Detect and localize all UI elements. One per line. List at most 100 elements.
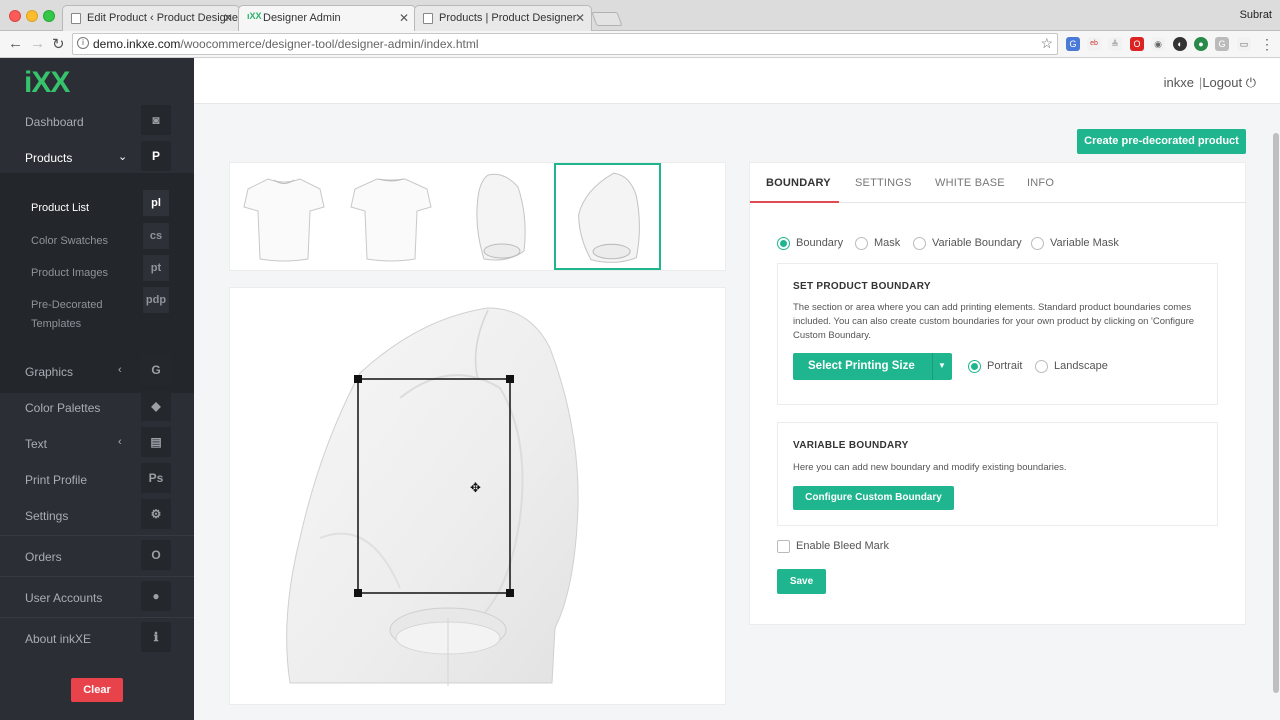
top-header: inkxe |Logout ⏻ [194,58,1280,104]
user-icon: ● [141,581,171,611]
document-icon: ▤ [141,427,171,457]
bookmark-star-icon[interactable]: ☆ [1040,35,1053,52]
select-printing-size-button[interactable]: Select Printing Size ▼ [793,353,952,380]
radio-variable-boundary[interactable] [913,237,926,250]
sidebar-item-label: Print Profile [25,473,88,487]
forward-arrow-icon[interactable]: → [30,35,45,52]
extension-icon[interactable]: G [1215,37,1229,51]
browser-profile-name[interactable]: Subrat [1240,9,1272,21]
sidebar-subitem-label: Product Images [31,267,109,279]
configure-custom-boundary-button[interactable]: Configure Custom Boundary [793,486,954,510]
sidebar-item-label: About inkXE [25,632,92,646]
radio-variable-mask[interactable] [1031,237,1044,250]
bleed-mark-checkbox[interactable] [777,540,790,553]
radio-label: Portrait [987,360,1023,372]
info-icon: ℹ [141,622,171,652]
card-title: VARIABLE BOUNDARY [793,440,909,451]
window-close-button[interactable] [9,10,21,22]
sidebar-item-label: Products [25,151,73,165]
page-icon [71,13,81,24]
sidebar-item-orders[interactable]: Orders O [0,540,194,574]
sidebar-item-about[interactable]: About inkXE ℹ [0,622,194,656]
url-host: demo.inkxe.com [93,37,181,51]
sidebar-item-settings[interactable]: Settings ⚙ [0,499,194,533]
sidebar-subitem-label: Pre-Decorated Templates [31,299,103,330]
sidebar-item-print-profile[interactable]: Print Profile Ps [0,463,194,497]
radio-label: Boundary [796,237,844,249]
sidebar-subitem-product-images[interactable]: Product Images pt [0,255,194,285]
sidebar-item-graphics[interactable]: Graphics ‹ G [0,355,194,389]
radio-portrait[interactable] [968,360,981,373]
sidebar-divider [0,535,194,536]
back-arrow-icon[interactable]: ← [8,35,23,52]
thumbnail-right-sleeve-selected[interactable] [554,163,661,270]
sidebar-item-text[interactable]: Text ‹ ▤ [0,427,194,461]
radio-label: Landscape [1054,360,1108,372]
close-tab-icon[interactable]: ✕ [223,11,233,25]
sidebar-item-label: Color Palettes [25,401,101,415]
power-icon: ⏻ [1245,75,1256,90]
card-title: SET PRODUCT BOUNDARY [793,281,931,292]
boundary-canvas[interactable]: ✥ [229,287,726,705]
extension-icon[interactable]: ≜ [1108,37,1122,51]
browser-tab-active[interactable]: ıXX Designer Admin ✕ [238,5,416,32]
translate-extension-icon[interactable]: G [1066,37,1080,51]
thumbnail-back[interactable] [341,167,441,267]
sidebar-item-label: Dashboard [25,115,84,129]
tab-info[interactable]: INFO [1027,177,1054,189]
close-tab-icon[interactable]: ✕ [575,11,585,25]
sidebar-item-products[interactable]: Products ⌄ P [0,141,194,175]
print-boundary-box[interactable] [350,375,516,597]
tab-white-base[interactable]: WHITE BASE [935,177,1005,189]
tab-settings[interactable]: SETTINGS [855,177,912,189]
new-tab-button[interactable] [591,12,623,26]
thumbnail-front[interactable] [234,167,334,267]
chevron-left-icon: ‹ [118,436,122,448]
tab-boundary[interactable]: BOUNDARY [766,177,831,189]
info-icon[interactable]: i [77,37,89,49]
variable-boundary-card: VARIABLE BOUNDARY Here you can add new b… [777,422,1218,526]
sidebar-item-label: Text [25,437,48,451]
sidebar-divider [0,617,194,618]
reload-icon[interactable]: ↻ [52,35,65,53]
inkxe-logo[interactable]: iXX [24,66,70,100]
extension-icon[interactable]: ● [1194,37,1208,51]
menu-dots-icon[interactable]: ⋮ [1260,37,1274,51]
browser-tab[interactable]: Products | Product Designer ✕ [414,5,592,31]
thumbnail-left-sleeve[interactable] [448,167,548,267]
address-bar[interactable]: i demo.inkxe.com/woocommerce/designer-to… [72,33,1058,55]
page-scrollbar[interactable] [1273,133,1279,693]
browser-tab[interactable]: Edit Product ‹ Product Designer ✕ [62,5,240,31]
sidebar-subitem-color-swatches[interactable]: Color Swatches cs [0,223,194,253]
browser-tab-title: Edit Product ‹ Product Designer [87,12,240,24]
close-tab-icon[interactable]: ✕ [399,11,409,25]
clear-button[interactable]: Clear [71,678,123,702]
sidebar: iXX Dashboard ◙ Products ⌄ P Product Lis… [0,58,194,720]
radio-mask[interactable] [855,237,868,250]
logout-link[interactable]: |Logout ⏻ [1199,75,1256,91]
resize-handle [354,589,362,597]
set-product-boundary-card: SET PRODUCT BOUNDARY The section or area… [777,263,1218,405]
cast-icon[interactable]: ▭ [1237,37,1251,51]
window-minimize-button[interactable] [26,10,38,22]
radio-landscape[interactable] [1035,360,1048,373]
sidebar-subitem-label: Product List [31,202,90,214]
radio-boundary[interactable] [777,237,790,250]
ebay-extension-icon[interactable]: eb [1087,37,1101,51]
sidebar-item-dashboard[interactable]: Dashboard ◙ [0,105,194,139]
dashboard-icon: ◙ [141,105,171,135]
sidebar-item-color-palettes[interactable]: Color Palettes ◆ [0,391,194,425]
camera-extension-icon[interactable]: ◉ [1151,37,1165,51]
username[interactable]: inkxe [1164,75,1194,90]
create-pre-decorated-button[interactable]: Create pre-decorated product [1077,129,1246,154]
window-zoom-button[interactable] [43,10,55,22]
product-list-icon: pl [143,190,169,216]
sidebar-subitem-pre-decorated-templates[interactable]: Pre-Decorated Templates pdp [0,287,194,330]
opera-extension-icon[interactable]: O [1130,37,1144,51]
sidebar-subitem-product-list[interactable]: Product List pl [0,190,194,220]
main-content: inkxe |Logout ⏻ Create pre-decorated pro… [194,58,1280,720]
save-button[interactable]: Save [777,569,826,594]
sidebar-item-user-accounts[interactable]: User Accounts ● [0,581,194,615]
gear-icon: ⚙ [141,499,171,529]
extension-icon[interactable]: ◐ [1173,37,1187,51]
